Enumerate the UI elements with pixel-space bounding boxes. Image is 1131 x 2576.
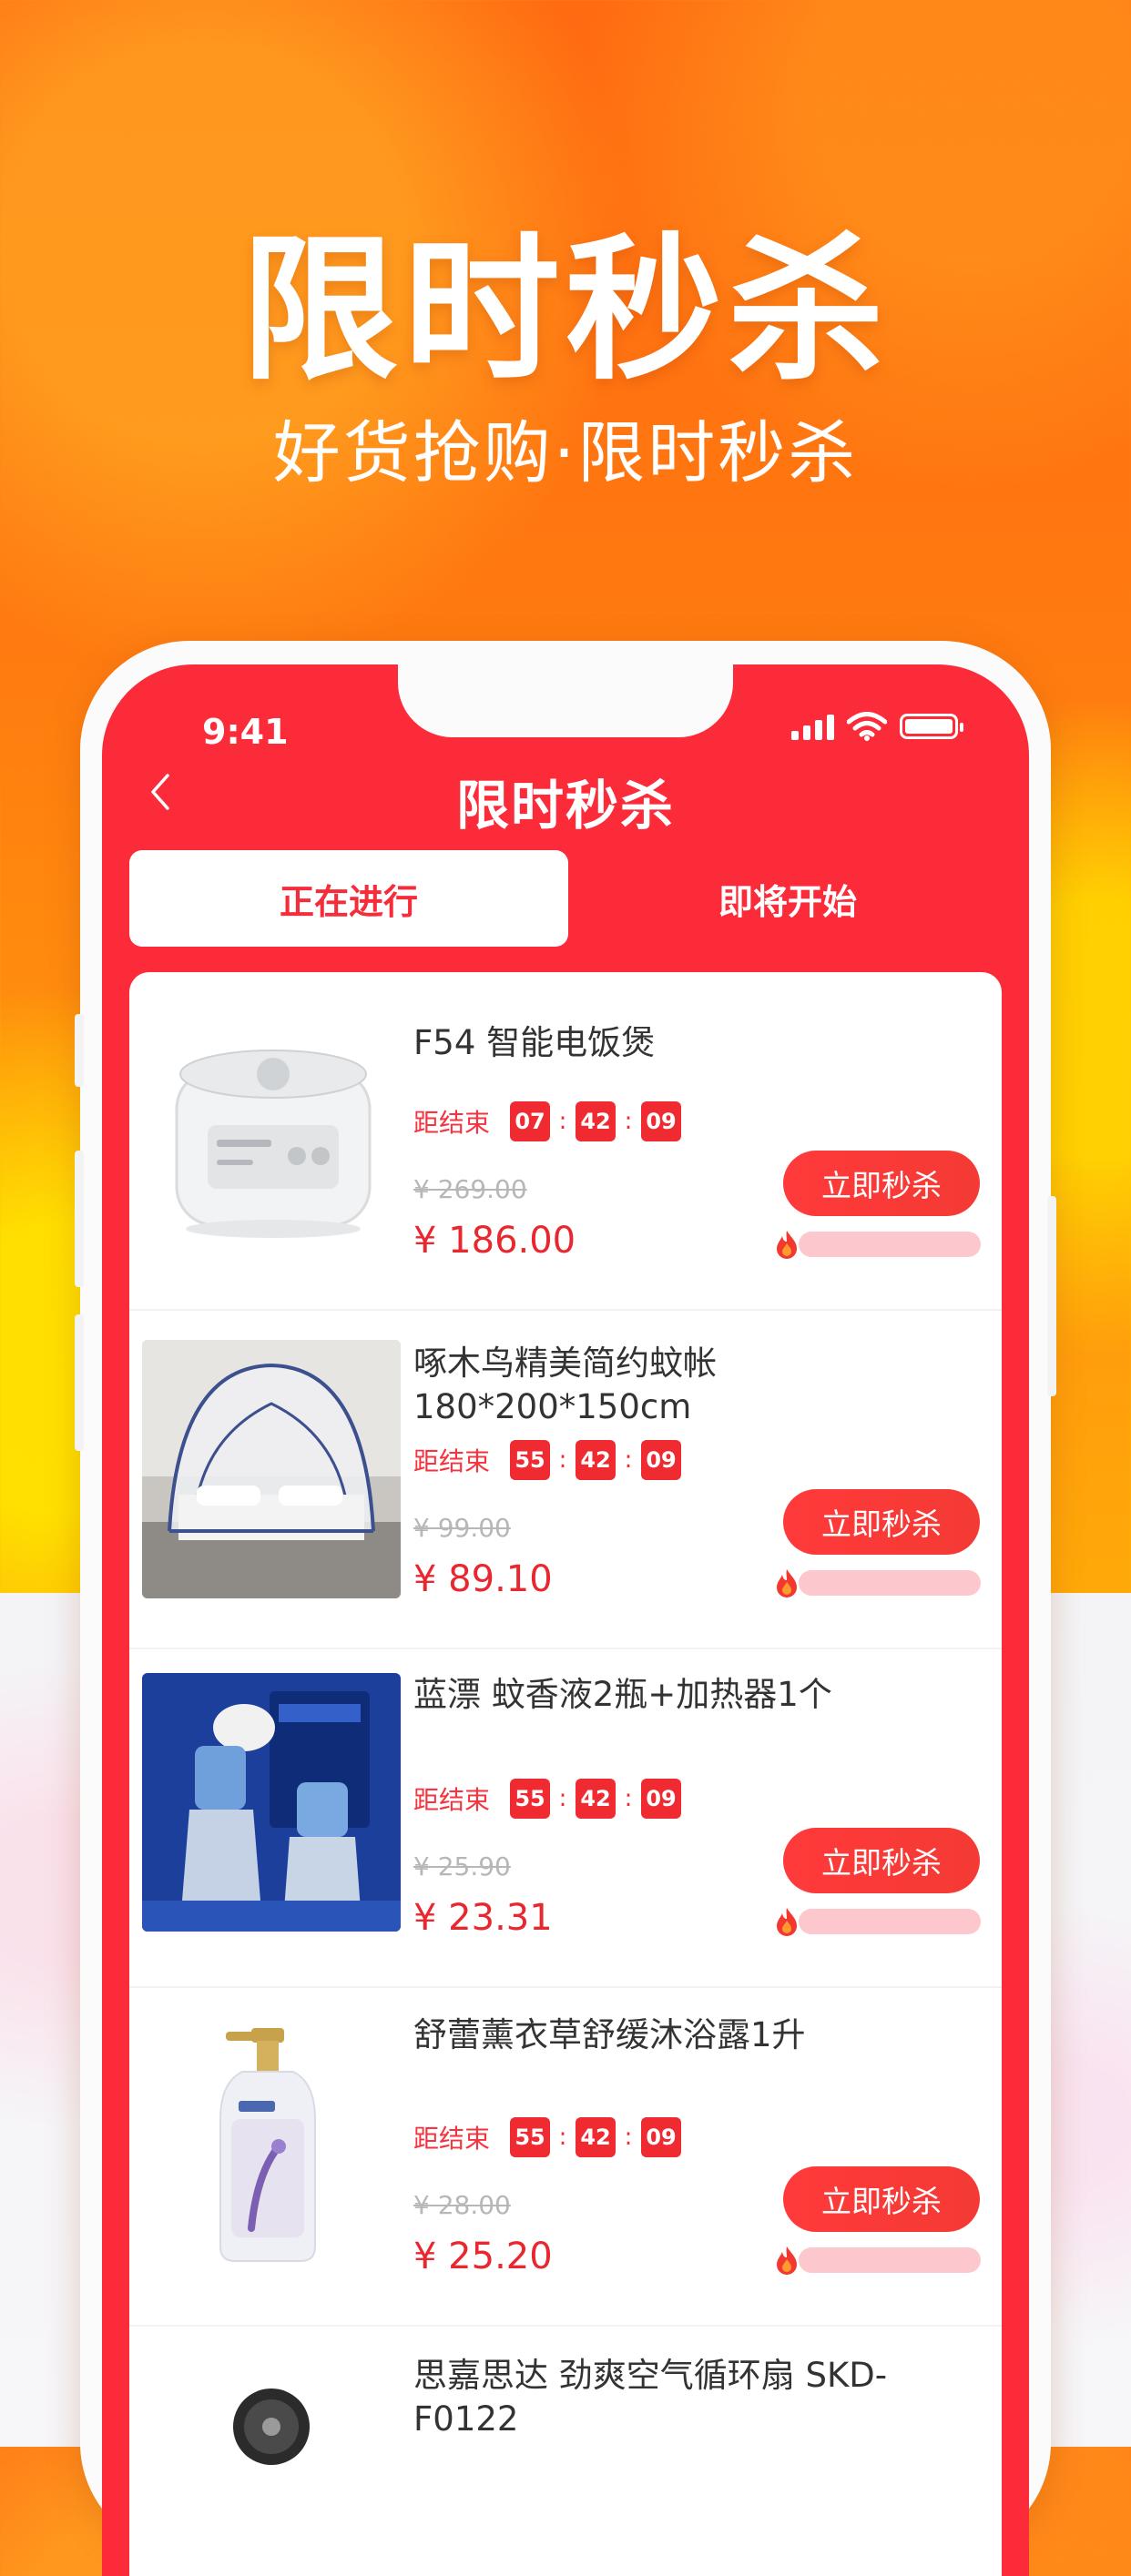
hero-subtitle: 好货抢购·限时秒杀 bbox=[272, 414, 859, 492]
page-title: 限时秒杀 bbox=[455, 775, 675, 837]
buy-now-button[interactable]: 立即秒杀 bbox=[783, 1828, 980, 1893]
countdown-seconds: 09 bbox=[641, 1779, 682, 1819]
progress-track bbox=[799, 1570, 981, 1596]
countdown-minutes: 42 bbox=[576, 1101, 616, 1141]
app-screen: 9:41 限时秒杀 正在进行 即将开始 F54 智能电饭煲 距结束 07: 4… bbox=[102, 664, 1029, 2576]
original-price: ¥ 25.90 bbox=[413, 1851, 511, 1881]
fire-icon bbox=[777, 1908, 797, 1936]
buy-now-button[interactable]: 立即秒杀 bbox=[783, 2166, 980, 2232]
countdown-minutes: 42 bbox=[576, 1779, 616, 1819]
product-item[interactable]: 蓝漂 蚊香液2瓶+加热器1个 距结束 55 : 42 : 09 ¥ 25.90 … bbox=[129, 1649, 1002, 1988]
sales-progress bbox=[771, 1908, 984, 1936]
product-item[interactable]: 啄木鸟精美简约蚊帐180*200*150cm 距结束 55 : 42 : 09 … bbox=[129, 1311, 1002, 1649]
countdown-hours: 55 bbox=[510, 2117, 551, 2157]
fire-icon bbox=[777, 2246, 797, 2275]
original-price: ¥ 99.00 bbox=[413, 1513, 511, 1543]
buy-now-button[interactable]: 立即秒杀 bbox=[783, 1489, 980, 1555]
product-image-air-fan[interactable] bbox=[142, 2363, 401, 2576]
countdown-label: 距结束 bbox=[413, 1108, 491, 1138]
tab-upcoming[interactable]: 即将开始 bbox=[568, 850, 1007, 947]
sales-progress bbox=[771, 1231, 984, 1259]
countdown-seconds: 09 bbox=[641, 1440, 682, 1480]
sale-price: ¥ 25.20 bbox=[413, 2236, 553, 2277]
product-title: 蓝漂 蚊香液2瓶+加热器1个 bbox=[413, 1675, 832, 1714]
progress-track bbox=[799, 2247, 981, 2273]
tab-ongoing[interactable]: 正在进行 bbox=[129, 850, 568, 947]
original-price: ¥ 28.00 bbox=[413, 2190, 511, 2220]
product-item[interactable]: 舒蕾薰衣草舒缓沐浴露1升 距结束 55 : 42 : 09 ¥ 28.00 ¥ … bbox=[129, 1988, 1002, 2327]
progress-track bbox=[799, 1232, 981, 1257]
countdown-label: 距结束 bbox=[413, 2124, 491, 2154]
product-item[interactable]: 思嘉思达 劲爽空气循环扇 SKD-F0122 bbox=[129, 2327, 1002, 2576]
progress-track bbox=[799, 1909, 981, 1934]
phone-side-button bbox=[1047, 1196, 1056, 1396]
product-image-mosquito-liquid[interactable] bbox=[142, 1673, 401, 1932]
tab-bar: 正在进行 即将开始 bbox=[129, 850, 1002, 947]
status-icons bbox=[791, 712, 963, 741]
signal-icon bbox=[791, 713, 834, 740]
countdown-hours: 07 bbox=[510, 1101, 551, 1141]
buy-now-button[interactable]: 立即秒杀 bbox=[783, 1151, 980, 1216]
phone-mockup: 9:41 限时秒杀 正在进行 即将开始 F54 智能电饭煲 距结束 07: 4… bbox=[75, 641, 1056, 2576]
product-image-rice-cooker[interactable] bbox=[142, 1007, 401, 1265]
countdown-timer: 距结束 07 : 42 : 09 bbox=[413, 1101, 682, 1141]
countdown-seconds: 09 bbox=[641, 1101, 682, 1141]
countdown-label: 距结束 bbox=[413, 1446, 491, 1476]
phone-side-button bbox=[75, 1314, 84, 1451]
wifi-icon bbox=[847, 712, 887, 741]
sale-price: ¥ 89.10 bbox=[413, 1558, 553, 1600]
countdown-label: 距结束 bbox=[413, 1785, 491, 1815]
status-time: 9:41 bbox=[202, 712, 289, 752]
countdown-timer: 距结束 55 : 42 : 09 bbox=[413, 2117, 682, 2157]
countdown-timer: 距结束 55 : 42 : 09 bbox=[413, 1779, 682, 1819]
countdown-timer: 距结束 55 : 42 : 09 bbox=[413, 1440, 682, 1480]
product-title: 舒蕾薰衣草舒缓沐浴露1升 bbox=[413, 2015, 806, 2054]
phone-side-button bbox=[75, 1014, 84, 1087]
countdown-minutes: 42 bbox=[576, 1440, 616, 1480]
original-price: ¥ 269.00 bbox=[413, 1174, 527, 1204]
countdown-minutes: 42 bbox=[576, 2117, 616, 2157]
phone-side-button bbox=[75, 1151, 84, 1287]
product-title: 啄木鸟精美简约蚊帐180*200*150cm bbox=[413, 1344, 717, 1426]
product-title: F54 智能电饭煲 bbox=[413, 1023, 656, 1062]
sales-progress bbox=[771, 1569, 984, 1597]
countdown-hours: 55 bbox=[510, 1440, 551, 1480]
sale-price: ¥ 186.00 bbox=[413, 1220, 576, 1262]
countdown-seconds: 09 bbox=[641, 2117, 682, 2157]
product-title: 思嘉思达 劲爽空气循环扇 SKD-F0122 bbox=[413, 2356, 888, 2439]
battery-icon bbox=[900, 714, 963, 739]
product-image-mosquito-net[interactable] bbox=[142, 1340, 401, 1598]
hero-title: 限时秒杀 bbox=[241, 218, 890, 401]
fire-icon bbox=[777, 1569, 797, 1597]
fire-icon bbox=[777, 1231, 797, 1259]
product-list: F54 智能电饭煲 距结束 07 : 42 : 09 ¥ 269.00 ¥ 18… bbox=[129, 972, 1002, 2576]
countdown-hours: 55 bbox=[510, 1779, 551, 1819]
product-image-body-wash[interactable] bbox=[142, 2019, 401, 2277]
sale-price: ¥ 23.31 bbox=[413, 1897, 553, 1939]
product-item[interactable]: F54 智能电饭煲 距结束 07 : 42 : 09 ¥ 269.00 ¥ 18… bbox=[129, 972, 1002, 1311]
phone-notch bbox=[398, 664, 733, 737]
sales-progress bbox=[771, 2246, 984, 2275]
